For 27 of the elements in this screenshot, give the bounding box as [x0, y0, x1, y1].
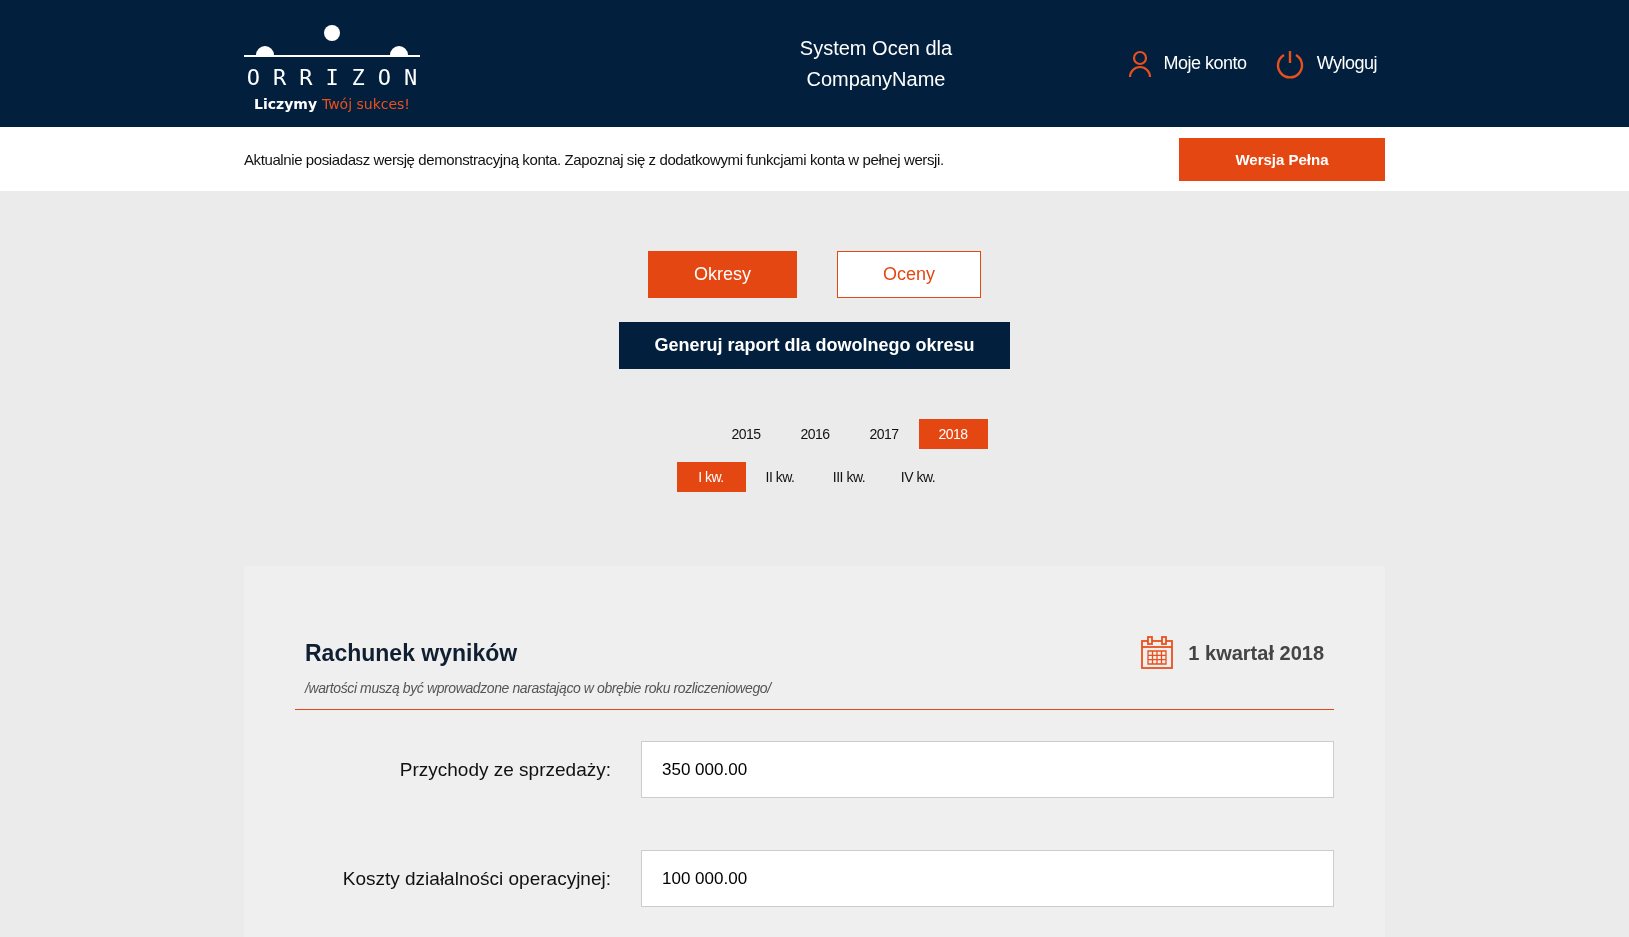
input-field[interactable]: 100 000.00 [641, 850, 1334, 907]
tab[interactable]: Okresy [648, 251, 797, 298]
year-option[interactable]: 2016 [780, 419, 850, 449]
calendar-icon [1140, 636, 1175, 670]
logout-link[interactable]: Wyloguj [1274, 48, 1377, 79]
quarter-option[interactable]: I kw. [676, 462, 746, 492]
note-text: /wartości muszą być wprowadzone narastająco w obrębie roku rozliczeniowego/ [305, 680, 774, 696]
notice-text: Aktualnie posiadasz wersję demonstracyjną konta. Zapoznaj się z dodatkowymi funkcjami konta w pełnej wersji. [244, 150, 944, 168]
site-title: System Ocen dla CompanyName [798, 35, 954, 92]
user-icon [1127, 49, 1152, 78]
account-link[interactable]: Moje konto [1127, 48, 1247, 79]
quarter-option[interactable]: IV kw. [883, 462, 953, 492]
year-option[interactable]: 2018 [918, 419, 988, 449]
input-field[interactable]: 350 000.00 [641, 741, 1334, 798]
report-button[interactable]: Generuj raport dla dowolnego okresu [619, 322, 1010, 369]
field-label: Przychody ze sprzedaży: [398, 758, 612, 781]
tab[interactable]: Oceny [837, 251, 981, 298]
logo[interactable]: ORRIZON Liczymy Twój sukces! [244, 15, 420, 112]
quarter-option[interactable]: II kw. [745, 462, 815, 492]
year-option[interactable]: 2017 [849, 419, 919, 449]
full-version-button[interactable]: Wersja Pełna [1179, 137, 1385, 181]
section-title: Rachunek wyników [305, 639, 518, 667]
quarter-option[interactable]: III kw. [814, 462, 884, 492]
power-icon [1274, 48, 1305, 79]
year-option[interactable]: 2015 [711, 419, 781, 449]
period-label: 1 kwartał 2018 [1188, 641, 1324, 665]
field-label: Koszty działalności operacyjnej: [341, 867, 612, 890]
